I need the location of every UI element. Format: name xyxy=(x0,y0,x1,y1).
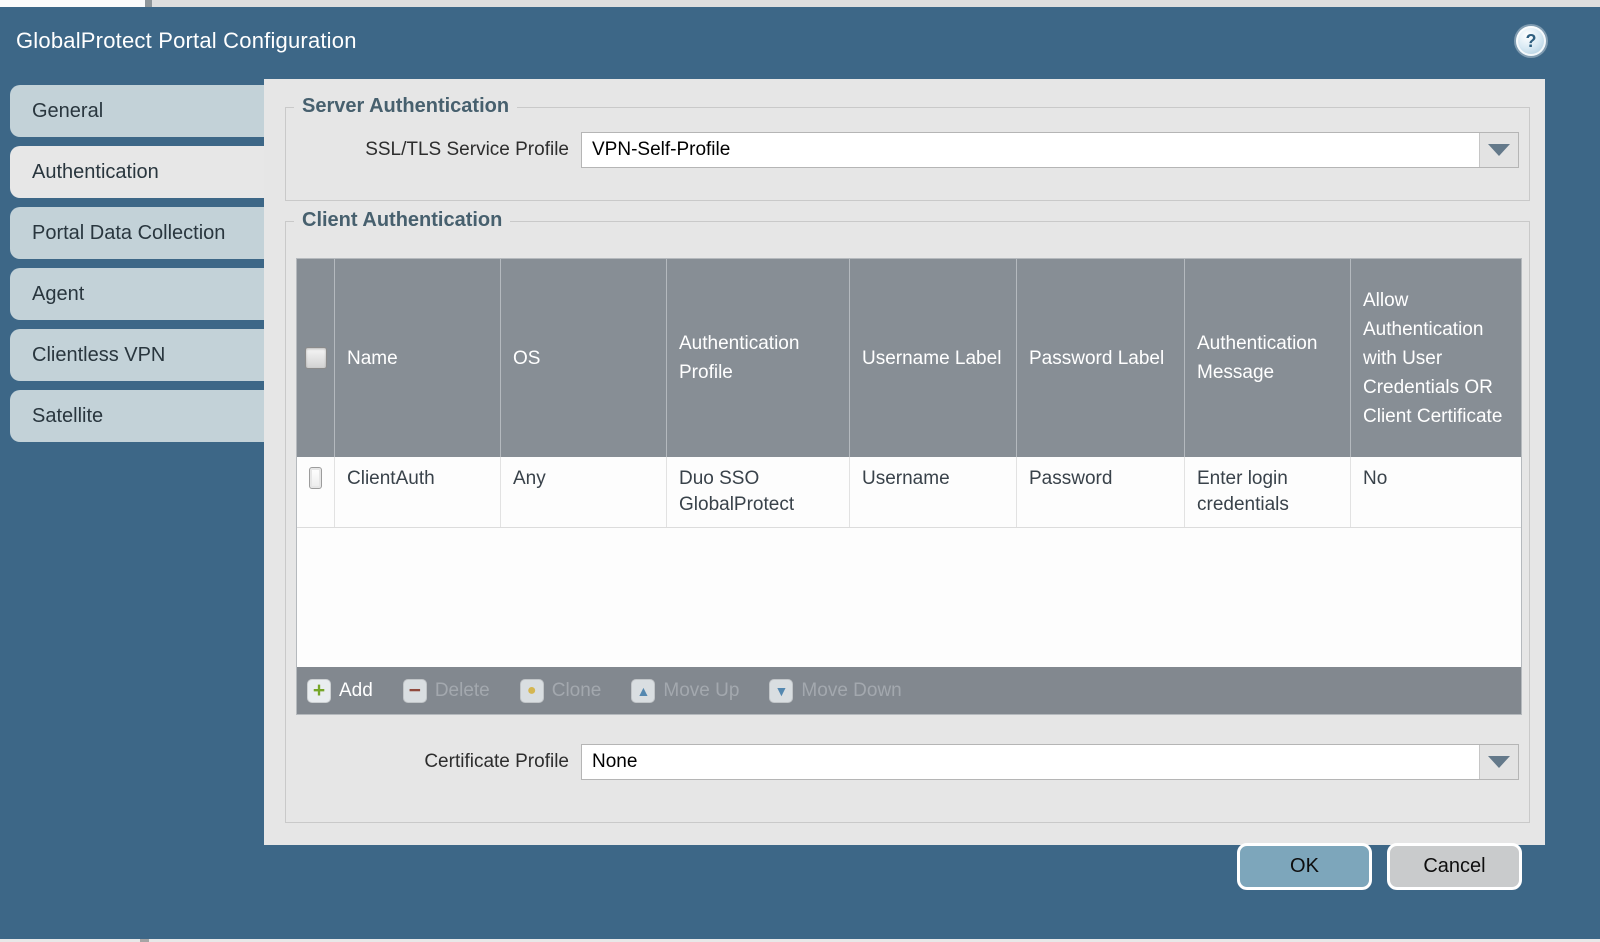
ok-button-label: OK xyxy=(1290,855,1319,878)
sidebar-tabs: General Authentication Portal Data Colle… xyxy=(10,85,264,451)
help-icon-glyph: ? xyxy=(1526,31,1537,52)
certificate-profile-dropdown-button[interactable] xyxy=(1479,745,1518,779)
add-button-label: Add xyxy=(339,680,373,702)
chevron-down-icon xyxy=(1488,144,1510,156)
tab-label: Agent xyxy=(32,283,84,306)
tab-label: Clientless VPN xyxy=(32,344,165,367)
background-page-top-edge xyxy=(0,0,1600,7)
delete-button-label: Delete xyxy=(435,680,490,702)
row-checkbox-cell xyxy=(297,457,335,527)
help-icon[interactable]: ? xyxy=(1516,26,1546,56)
row-checkbox[interactable] xyxy=(309,467,322,489)
arrow-down-icon: ▼ xyxy=(769,679,793,703)
cell-authentication-profile[interactable]: Duo SSO GlobalProtect xyxy=(667,457,850,527)
main-panel: Server Authentication SSL/TLS Service Pr… xyxy=(264,79,1545,845)
ssl-tls-dropdown-button[interactable] xyxy=(1479,133,1518,167)
cell-os[interactable]: Any xyxy=(501,457,667,527)
tab-label: Authentication xyxy=(32,161,159,184)
tab-portal-data-collection[interactable]: Portal Data Collection xyxy=(10,207,264,259)
column-header-allow-auth[interactable]: Allow Authentication with User Credentia… xyxy=(1351,259,1521,457)
column-header-os[interactable]: OS xyxy=(501,259,667,457)
client-authentication-legend: Client Authentication xyxy=(294,209,510,232)
tab-general[interactable]: General xyxy=(10,85,264,137)
server-authentication-legend: Server Authentication xyxy=(294,95,517,118)
tab-agent[interactable]: Agent xyxy=(10,268,264,320)
certificate-profile-row: Certificate Profile None xyxy=(288,744,1519,780)
column-header-name[interactable]: Name xyxy=(335,259,501,457)
tab-label: General xyxy=(32,100,103,123)
certificate-profile-label: Certificate Profile xyxy=(288,751,581,773)
move-up-button[interactable]: ▲ Move Up xyxy=(631,679,739,703)
ssl-tls-service-profile-row: SSL/TLS Service Profile VPN-Self-Profile xyxy=(288,132,1519,168)
tab-label: Portal Data Collection xyxy=(32,222,225,245)
header-select-all-cell xyxy=(297,259,335,457)
dialog-title: GlobalProtect Portal Configuration xyxy=(16,28,357,54)
ssl-tls-service-profile-value[interactable]: VPN-Self-Profile xyxy=(582,133,1479,167)
table-toolbar: + Add − Delete ● Clone xyxy=(297,667,1521,714)
client-authentication-table: Name OS Authentication Profile Username … xyxy=(296,258,1522,715)
minus-icon: − xyxy=(403,679,427,703)
plus-icon: + xyxy=(307,679,331,703)
delete-button[interactable]: − Delete xyxy=(403,679,490,703)
client-authentication-section: Client Authentication Name OS Authentica… xyxy=(285,221,1530,823)
certificate-profile-dropdown[interactable]: None xyxy=(581,744,1519,780)
move-down-button[interactable]: ▼ Move Down xyxy=(769,679,901,703)
ssl-tls-service-profile-label: SSL/TLS Service Profile xyxy=(288,139,581,161)
cell-name[interactable]: ClientAuth xyxy=(335,457,501,527)
column-header-username-label[interactable]: Username Label xyxy=(850,259,1017,457)
cell-authentication-message[interactable]: Enter login credentials xyxy=(1185,457,1351,527)
move-up-button-label: Move Up xyxy=(663,680,739,702)
server-authentication-section: Server Authentication SSL/TLS Service Pr… xyxy=(285,107,1530,201)
cell-allow-auth[interactable]: No xyxy=(1351,457,1521,527)
cancel-button[interactable]: Cancel xyxy=(1387,843,1522,890)
tab-clientless-vpn[interactable]: Clientless VPN xyxy=(10,329,264,381)
certificate-profile-value[interactable]: None xyxy=(582,745,1479,779)
chevron-down-icon xyxy=(1488,756,1510,768)
column-header-authentication-profile[interactable]: Authentication Profile xyxy=(667,259,850,457)
cell-password-label[interactable]: Password xyxy=(1017,457,1185,527)
cancel-button-label: Cancel xyxy=(1423,855,1485,878)
select-all-checkbox[interactable] xyxy=(305,347,327,369)
ok-button[interactable]: OK xyxy=(1237,843,1372,890)
clone-button-label: Clone xyxy=(552,680,602,702)
background-page-top-edge-left xyxy=(0,0,145,7)
cell-username-label[interactable]: Username xyxy=(850,457,1017,527)
tab-label: Satellite xyxy=(32,405,103,428)
clone-button[interactable]: ● Clone xyxy=(520,679,602,703)
move-down-button-label: Move Down xyxy=(801,680,901,702)
globalprotect-portal-config-dialog: GlobalProtect Portal Configuration ? Gen… xyxy=(0,7,1600,939)
ssl-tls-service-profile-dropdown[interactable]: VPN-Self-Profile xyxy=(581,132,1519,168)
arrow-up-icon: ▲ xyxy=(631,679,655,703)
add-button[interactable]: + Add xyxy=(307,679,373,703)
column-header-password-label[interactable]: Password Label xyxy=(1017,259,1185,457)
table-empty-area xyxy=(297,528,1521,667)
clone-icon: ● xyxy=(520,679,544,703)
column-header-authentication-message[interactable]: Authentication Message xyxy=(1185,259,1351,457)
tab-authentication[interactable]: Authentication xyxy=(10,146,264,198)
tab-satellite[interactable]: Satellite xyxy=(10,390,264,442)
table-row[interactable]: ClientAuth Any Duo SSO GlobalProtect Use… xyxy=(297,457,1521,528)
table-header-row: Name OS Authentication Profile Username … xyxy=(297,259,1521,457)
background-page-top-divider xyxy=(145,0,152,7)
